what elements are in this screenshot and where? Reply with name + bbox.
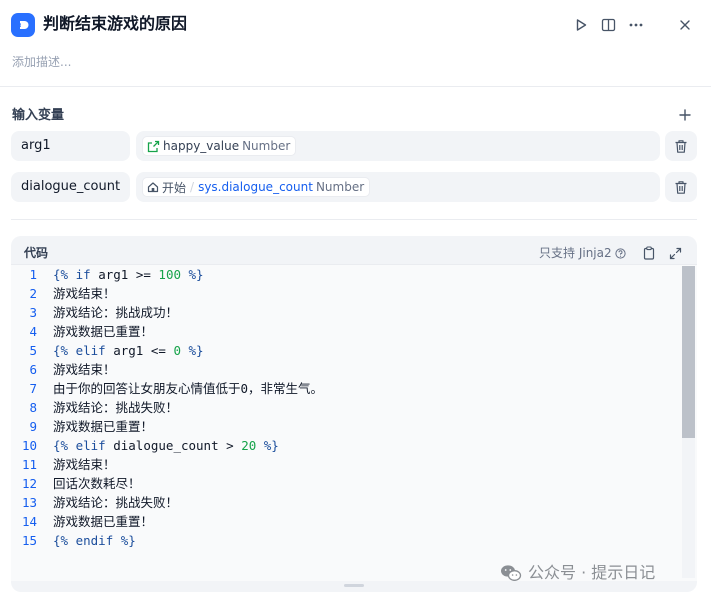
input-variables-title: 输入变量 bbox=[12, 108, 65, 123]
watermark: 公众号 · 提示日记 bbox=[500, 562, 655, 584]
code-text[interactable]: 游戏结论：挑战失败！ bbox=[53, 493, 178, 512]
scrollbar-thumb[interactable] bbox=[682, 266, 695, 438]
trash-icon bbox=[675, 139, 687, 153]
path-separator: / bbox=[190, 180, 195, 194]
variable-chip-type: Number bbox=[315, 180, 365, 194]
panel-header: 判断结束游戏的原因 bbox=[0, 0, 711, 50]
code-text[interactable]: 游戏结束！ bbox=[53, 360, 116, 379]
close-button[interactable] bbox=[674, 14, 696, 36]
code-text[interactable]: 游戏数据已重置！ bbox=[53, 322, 153, 341]
line-number: 3 bbox=[29, 305, 37, 320]
watermark-text: 公众号 · 提示日记 bbox=[528, 563, 656, 582]
line-number: 11 bbox=[21, 457, 37, 472]
code-line[interactable]: 6 游戏结束！ bbox=[11, 360, 681, 379]
divider bbox=[11, 219, 697, 220]
code-line[interactable]: 12 回话次数耗尽！ bbox=[11, 474, 681, 493]
line-number: 7 bbox=[29, 381, 37, 396]
resize-handle[interactable] bbox=[344, 584, 364, 587]
variable-value-selector[interactable]: happy_value Number bbox=[136, 131, 660, 161]
line-number: 15 bbox=[21, 533, 37, 548]
close-icon bbox=[680, 20, 690, 30]
delete-variable-button[interactable] bbox=[665, 131, 697, 161]
more-icon bbox=[629, 23, 643, 27]
code-line[interactable]: 14 游戏数据已重置！ bbox=[11, 512, 681, 531]
variable-chip-name: happy_value bbox=[163, 139, 240, 153]
clipboard-icon bbox=[643, 246, 655, 260]
code-line[interactable]: 15 {% endif %} bbox=[11, 531, 681, 550]
more-button[interactable] bbox=[625, 14, 647, 36]
code-text[interactable]: {% endif %} bbox=[53, 531, 136, 550]
code-editor-panel: 代码 只支持 Jinja2 1 {% if arg1 >= 100 %} 2 游戏结束… bbox=[11, 236, 697, 592]
code-text[interactable]: 游戏结束！ bbox=[53, 284, 116, 303]
code-line[interactable]: 2 游戏结束！ bbox=[11, 284, 681, 303]
code-line[interactable]: 1 {% if arg1 >= 100 %} bbox=[11, 265, 681, 284]
code-text[interactable]: {% if arg1 >= 100 %} bbox=[53, 265, 204, 284]
code-node-icon bbox=[11, 13, 35, 37]
variable-value-selector[interactable]: 开始 / sys.dialogue_count Number bbox=[136, 172, 660, 202]
code-line[interactable]: 4 游戏数据已重置！ bbox=[11, 322, 681, 341]
line-number: 2 bbox=[29, 286, 37, 301]
line-number: 9 bbox=[29, 419, 37, 434]
expand-icon bbox=[669, 247, 681, 259]
divider bbox=[0, 86, 711, 87]
plus-icon bbox=[679, 109, 691, 121]
run-button[interactable] bbox=[570, 14, 592, 36]
line-number: 12 bbox=[21, 476, 37, 491]
variable-chip-type: Number bbox=[242, 139, 291, 153]
line-number: 13 bbox=[21, 495, 37, 510]
play-icon bbox=[576, 19, 587, 31]
code-line[interactable]: 13 游戏结论：挑战失败！ bbox=[11, 493, 681, 512]
help-icon[interactable] bbox=[615, 247, 626, 259]
variable-link-icon bbox=[147, 140, 160, 152]
jinja-note-text: 只支持 Jinja2 bbox=[539, 246, 612, 260]
line-number: 8 bbox=[29, 400, 37, 415]
code-line[interactable]: 5 {% elif arg1 <= 0 %} bbox=[11, 341, 681, 360]
code-text[interactable]: 回话次数耗尽！ bbox=[53, 474, 141, 493]
wechat-icon bbox=[501, 565, 522, 581]
toggle-panel-button[interactable] bbox=[597, 14, 619, 36]
code-text[interactable]: 由于你的回答让女朋友心情值低于0，非常生气。 bbox=[53, 379, 323, 398]
code-text[interactable]: 游戏结论：挑战失败！ bbox=[53, 398, 178, 417]
code-line[interactable]: 8 游戏结论：挑战失败！ bbox=[11, 398, 681, 417]
delete-variable-button[interactable] bbox=[665, 172, 697, 202]
line-number: 4 bbox=[29, 324, 37, 339]
line-number: 10 bbox=[21, 438, 37, 453]
line-number: 6 bbox=[29, 362, 37, 377]
page-title[interactable]: 判断结束游戏的原因 bbox=[43, 13, 187, 35]
copy-code-button[interactable] bbox=[640, 244, 658, 262]
code-label: 代码 bbox=[24, 246, 49, 260]
line-number: 1 bbox=[29, 267, 37, 282]
expand-editor-button[interactable] bbox=[666, 244, 684, 262]
line-number: 5 bbox=[29, 343, 37, 358]
code-text[interactable]: 游戏数据已重置！ bbox=[53, 512, 153, 531]
variable-chip-node: 开始 bbox=[162, 180, 187, 195]
code-line[interactable]: 3 游戏结论：挑战成功！ bbox=[11, 303, 681, 322]
code-line[interactable]: 7 由于你的回答让女朋友心情值低于0，非常生气。 bbox=[11, 379, 681, 398]
description-input[interactable]: 添加描述... bbox=[12, 54, 71, 70]
add-variable-button[interactable] bbox=[676, 106, 694, 124]
variable-chip-name: sys.dialogue_count bbox=[198, 180, 313, 194]
code-text[interactable]: {% elif arg1 <= 0 %} bbox=[53, 341, 204, 360]
line-number: 14 bbox=[21, 514, 37, 529]
trash-icon bbox=[675, 180, 687, 194]
code-editor[interactable]: 1 {% if arg1 >= 100 %} 2 游戏结束！ 3 游戏结论：挑战成功！ 4 游… bbox=[11, 264, 697, 581]
variable-name-input[interactable]: dialogue_count bbox=[11, 172, 130, 202]
variable-chip: 开始 / sys.dialogue_count Number bbox=[142, 177, 371, 197]
code-line[interactable]: 9 游戏数据已重置！ bbox=[11, 417, 681, 436]
split-panel-icon bbox=[601, 18, 615, 32]
code-text[interactable]: 游戏数据已重置！ bbox=[53, 417, 153, 436]
code-text[interactable]: 游戏结束！ bbox=[53, 455, 116, 474]
variable-name-input[interactable]: arg1 bbox=[11, 131, 130, 161]
code-line[interactable]: 10 {% elif dialogue_count > 20 %} bbox=[11, 436, 681, 455]
jinja-support-note: 只支持 Jinja2 bbox=[539, 244, 626, 262]
home-icon bbox=[147, 182, 159, 193]
code-text[interactable]: 游戏结论：挑战成功！ bbox=[53, 303, 178, 322]
variable-chip: happy_value Number bbox=[142, 136, 297, 156]
code-line[interactable]: 11 游戏结束！ bbox=[11, 455, 681, 474]
code-text[interactable]: {% elif dialogue_count > 20 %} bbox=[53, 436, 279, 455]
